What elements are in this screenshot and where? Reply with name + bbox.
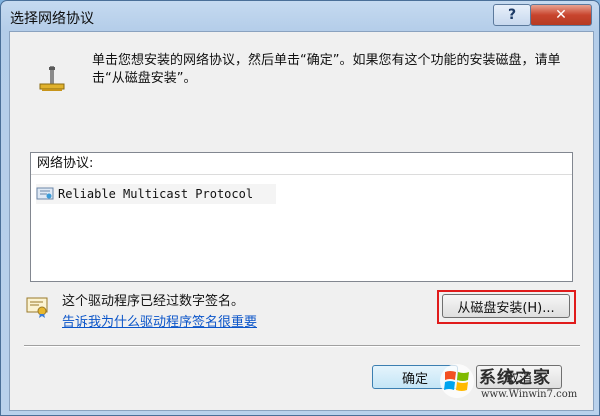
list-item-label: Reliable Multicast Protocol: [58, 187, 254, 201]
network-protocol-icon: [39, 66, 65, 91]
close-icon: ✕: [555, 7, 567, 23]
watermark-url: www.Winwin7.com: [481, 389, 578, 400]
dialog-content: 单击您想安装的网络协议，然后单击“确定”。如果您有这个功能的安装磁盘，请单击“从…: [9, 31, 594, 411]
dialog-window: 选择网络协议 ? ✕ 单击您想安装的网络协议，然后单击“确定”。如果您有这个功能…: [0, 0, 600, 416]
watermark-brand: 系统之家: [479, 368, 551, 388]
help-icon: ?: [507, 7, 517, 23]
watermark: 系统之家 www.Winwin7.com: [437, 359, 597, 409]
windows-logo-icon: [440, 364, 474, 398]
help-button[interactable]: ?: [493, 4, 531, 26]
close-button[interactable]: ✕: [530, 4, 592, 26]
signature-info-link[interactable]: 告诉我为什么驱动程序签名很重要: [62, 311, 257, 330]
title-bar[interactable]: 选择网络协议 ? ✕: [1, 1, 599, 31]
protocol-list[interactable]: 网络协议: Reliable Multicast Protocol: [30, 152, 573, 282]
list-header: 网络协议:: [31, 153, 572, 175]
instruction-text: 单击您想安装的网络协议，然后单击“确定”。如果您有这个功能的安装磁盘，请单击“从…: [92, 53, 561, 86]
signed-driver-icon: [26, 297, 48, 318]
divider: [24, 345, 580, 347]
certificate-icon: [36, 187, 54, 200]
have-disk-button[interactable]: 从磁盘安装(H)...: [442, 294, 570, 318]
list-item[interactable]: Reliable Multicast Protocol: [36, 184, 276, 204]
window-title: 选择网络协议: [10, 11, 94, 27]
signature-status-text: 这个驱动程序已经过数字签名。: [62, 294, 245, 309]
